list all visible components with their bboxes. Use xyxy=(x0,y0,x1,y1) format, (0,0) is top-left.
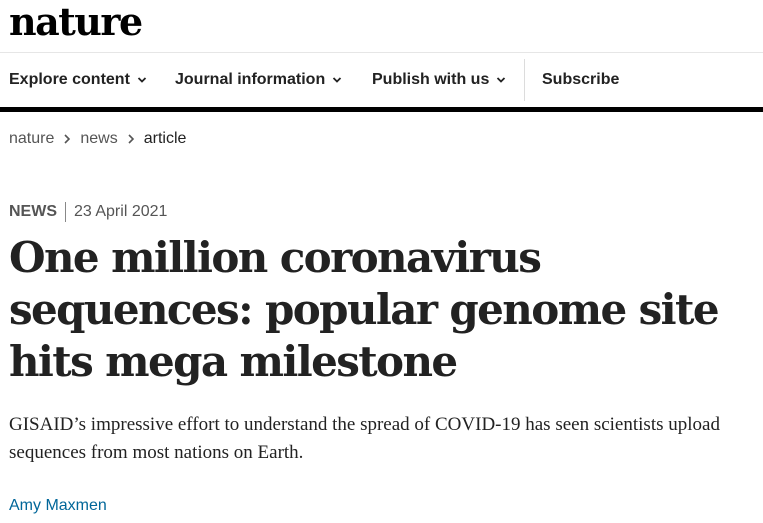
chevron-down-icon xyxy=(497,77,506,83)
nature-logo[interactable]: nature xyxy=(9,0,143,48)
nav-item-label: Journal information xyxy=(175,71,326,88)
article-type: NEWS xyxy=(9,203,57,220)
subscribe-label: Subscribe xyxy=(542,71,620,88)
subscribe-link[interactable]: Subscribe xyxy=(542,53,619,107)
article-meta: NEWS 23 April 2021 xyxy=(9,202,167,222)
author-link[interactable]: Amy Maxmen xyxy=(9,497,107,515)
article-date: 23 April 2021 xyxy=(74,203,168,220)
meta-divider xyxy=(65,202,66,222)
nav-explore-content[interactable]: Explore content xyxy=(9,53,147,107)
breadcrumb-item-nature[interactable]: nature xyxy=(9,130,54,148)
nav-item-label: Publish with us xyxy=(372,71,490,88)
site-header: nature xyxy=(0,0,763,53)
nav-item-label: Explore content xyxy=(9,71,130,88)
nav-journal-information[interactable]: Journal information xyxy=(175,53,342,107)
article-standfirst: GISAID’s impressive effort to understand… xyxy=(9,414,720,463)
chevron-right-icon xyxy=(64,134,71,144)
breadcrumb-item-article: article xyxy=(143,130,187,147)
breadcrumb: nature news article xyxy=(9,130,186,148)
nav-publish-with-us[interactable]: Publish with us xyxy=(372,53,506,107)
chevron-down-icon xyxy=(137,77,147,83)
nav-divider xyxy=(524,59,525,101)
main-nav: Explore content Journal information Publ… xyxy=(0,53,763,112)
article-title: One million coronavirus sequences: popul… xyxy=(9,233,720,386)
chevron-right-icon xyxy=(128,134,134,144)
chevron-down-icon xyxy=(333,77,342,83)
breadcrumb-item-news[interactable]: news xyxy=(80,130,117,148)
